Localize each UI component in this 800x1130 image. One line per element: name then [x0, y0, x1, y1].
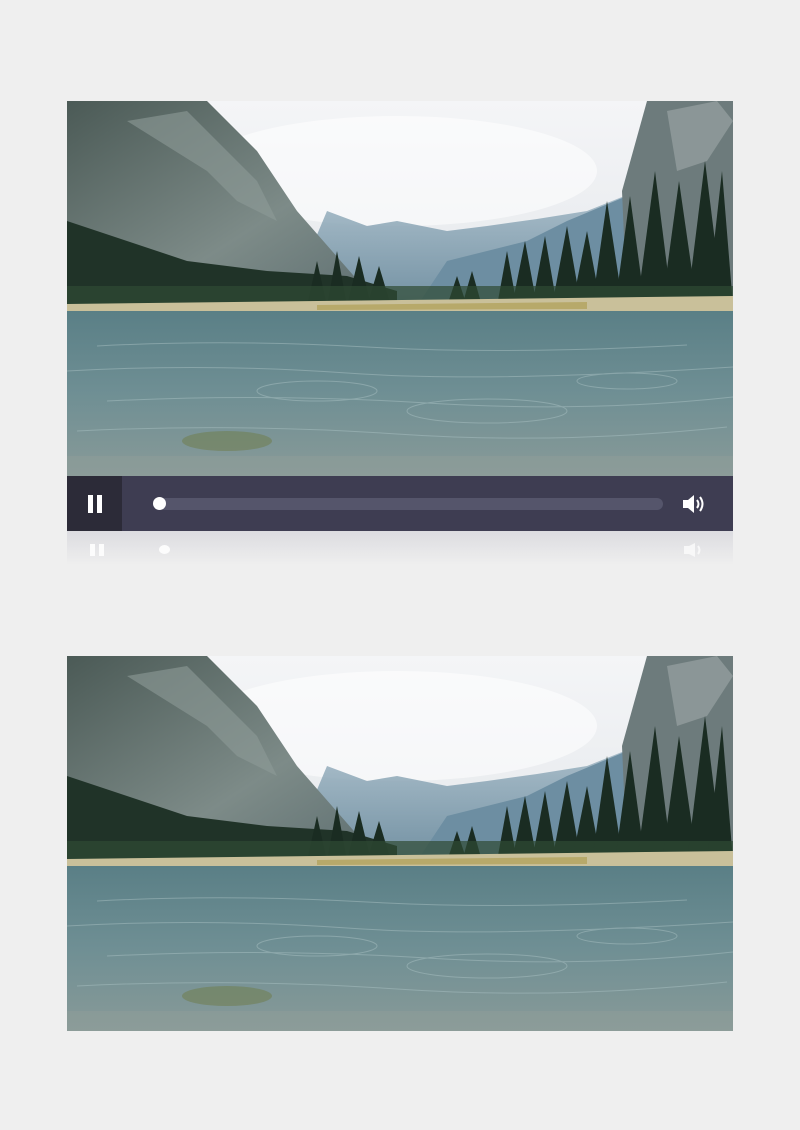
- progress-track: [153, 497, 663, 510]
- volume-icon: [683, 494, 704, 513]
- pause-icon-reflection: [88, 543, 106, 561]
- video-controls-bar: [67, 476, 733, 531]
- knob-reflection: [159, 545, 170, 554]
- pause-button[interactable]: [67, 476, 122, 531]
- landscape-image: [67, 656, 733, 1031]
- progress-knob[interactable]: [153, 497, 166, 510]
- progress-bar[interactable]: [122, 476, 681, 531]
- landscape-video-image: [67, 101, 733, 476]
- video-frame[interactable]: [67, 101, 733, 476]
- pause-icon: [86, 494, 104, 513]
- controls-reflection: [67, 531, 733, 565]
- volume-button[interactable]: [681, 476, 733, 531]
- landscape-preview-image: [67, 656, 733, 1031]
- volume-icon-reflection: [684, 543, 701, 557]
